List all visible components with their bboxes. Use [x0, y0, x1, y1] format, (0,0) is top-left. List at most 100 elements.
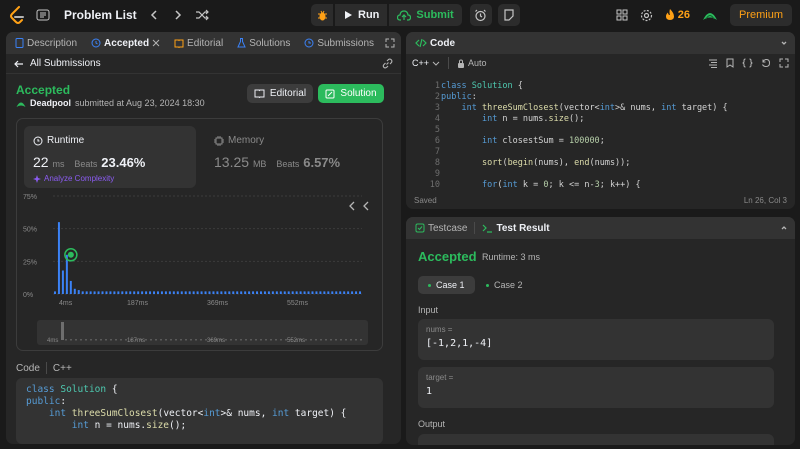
- arrow-left-icon[interactable]: [14, 59, 24, 69]
- case-1-tab[interactable]: Case 1: [418, 276, 475, 294]
- histogram-bar[interactable]: [149, 291, 152, 294]
- histogram-bar[interactable]: [69, 280, 72, 294]
- bookmark-icon[interactable]: [726, 58, 734, 68]
- histogram-bar[interactable]: [184, 291, 187, 294]
- histogram-bar[interactable]: [188, 291, 191, 294]
- code-line[interactable]: int n = nums.size();: [441, 114, 584, 125]
- histogram-bar[interactable]: [204, 291, 207, 294]
- histogram-bar[interactable]: [172, 291, 175, 294]
- histogram-bar[interactable]: [141, 291, 144, 294]
- notes-button[interactable]: [497, 4, 520, 26]
- histogram-bar[interactable]: [101, 291, 104, 294]
- format-lines-icon[interactable]: [708, 59, 718, 68]
- histogram-bar[interactable]: [168, 291, 171, 294]
- output-box[interactable]: [418, 434, 774, 445]
- shuffle-icon[interactable]: [195, 8, 209, 22]
- histogram-bar[interactable]: [240, 291, 243, 294]
- histogram-bar[interactable]: [228, 291, 231, 294]
- histogram-bar[interactable]: [200, 291, 203, 294]
- histogram-bar[interactable]: [319, 291, 322, 294]
- range-handle[interactable]: [61, 322, 64, 340]
- histogram-bar[interactable]: [303, 291, 306, 294]
- histogram-bar[interactable]: [133, 291, 136, 294]
- input-target-box[interactable]: target = 1: [418, 367, 774, 408]
- histogram-bar[interactable]: [224, 291, 227, 294]
- maximize-icon[interactable]: [779, 58, 789, 68]
- histogram-bar[interactable]: [359, 291, 362, 294]
- histogram-bar[interactable]: [77, 290, 80, 294]
- chevron-left-icon[interactable]: [147, 8, 161, 22]
- histogram-bar[interactable]: [287, 291, 290, 294]
- histogram-bar[interactable]: [244, 291, 247, 294]
- tab-code[interactable]: Code: [412, 38, 458, 49]
- histogram-bar[interactable]: [256, 291, 259, 294]
- problem-list-link[interactable]: Problem List: [64, 8, 137, 22]
- runtime-card[interactable]: Runtime 22 ms Beats 23.46% Analyze Compl…: [24, 126, 196, 188]
- histogram-bar[interactable]: [283, 291, 286, 294]
- histogram-bar[interactable]: [117, 291, 120, 294]
- histogram-bar[interactable]: [331, 291, 334, 294]
- code-line[interactable]: int closestSum = 100000;: [441, 136, 605, 147]
- histogram-bar[interactable]: [311, 291, 314, 294]
- code-line[interactable]: int threeSumClosest(vector<int>& nums, i…: [441, 103, 727, 114]
- histogram-bar[interactable]: [307, 291, 310, 294]
- code-editor[interactable]: 1 class Solution {2 public: 3 int threeSumC…: [406, 78, 795, 188]
- streak-counter[interactable]: 26: [665, 9, 690, 21]
- histogram-bar[interactable]: [53, 291, 56, 294]
- histogram-bar[interactable]: [232, 291, 235, 294]
- auto-mode-toggle[interactable]: Auto: [457, 58, 487, 68]
- tab-accepted[interactable]: Accepted: [88, 38, 163, 49]
- histogram-bar[interactable]: [89, 291, 92, 294]
- input-nums-box[interactable]: nums = [-1,2,1,-4]: [418, 319, 774, 360]
- histogram-bar[interactable]: [299, 291, 302, 294]
- histogram-bar[interactable]: [121, 291, 124, 294]
- settings-gear-icon[interactable]: [640, 9, 653, 22]
- histogram-bar[interactable]: [85, 291, 88, 294]
- histogram-bar[interactable]: [196, 291, 199, 294]
- histogram-bar[interactable]: [145, 291, 148, 294]
- collapse-panel-icon[interactable]: [779, 223, 789, 233]
- code-line[interactable]: class Solution {: [441, 81, 523, 92]
- runtime-distribution-chart[interactable]: 75% 50% 25% 0% 4ms 187ms 369ms 552ms 4ms 187ms 369…: [17, 194, 384, 349]
- close-tab-icon[interactable]: [152, 39, 160, 47]
- histogram-bar[interactable]: [97, 291, 100, 294]
- histogram-bar[interactable]: [208, 291, 211, 294]
- histogram-bar[interactable]: [125, 291, 128, 294]
- submitted-code-block[interactable]: class Solution {public: int threeSumClos…: [16, 378, 383, 444]
- problem-list-icon[interactable]: [36, 8, 50, 22]
- tab-testcase[interactable]: Testcase: [412, 223, 470, 234]
- histogram-bar[interactable]: [248, 291, 251, 294]
- histogram-bar[interactable]: [252, 291, 255, 294]
- histogram-bar[interactable]: [259, 291, 262, 294]
- histogram-bar[interactable]: [335, 291, 338, 294]
- premium-button[interactable]: Premium: [729, 4, 792, 26]
- histogram-bar[interactable]: [73, 288, 76, 294]
- histogram-bar[interactable]: [113, 291, 116, 294]
- chevron-left-icon[interactable]: [349, 201, 355, 211]
- username[interactable]: Deadpool: [30, 98, 71, 108]
- range-navigator[interactable]: [37, 320, 368, 345]
- histogram-bar[interactable]: [355, 291, 358, 294]
- histogram-bar[interactable]: [295, 291, 298, 294]
- expand-icon[interactable]: [385, 38, 395, 48]
- histogram-bar[interactable]: [129, 291, 132, 294]
- histogram-bar[interactable]: [351, 291, 354, 294]
- histogram-bar[interactable]: [220, 291, 223, 294]
- histogram-bar[interactable]: [160, 291, 163, 294]
- timer-button[interactable]: [469, 4, 492, 26]
- language-select[interactable]: C++: [412, 58, 440, 68]
- histogram-bar[interactable]: [323, 291, 326, 294]
- layout-grid-icon[interactable]: [616, 9, 628, 21]
- debug-button[interactable]: [311, 4, 333, 26]
- link-icon[interactable]: [382, 58, 393, 69]
- histogram-bar[interactable]: [339, 291, 342, 294]
- histogram-bar[interactable]: [236, 291, 239, 294]
- histogram-bar[interactable]: [291, 291, 294, 294]
- memory-label[interactable]: Memory: [214, 135, 264, 146]
- histogram-bar[interactable]: [93, 291, 96, 294]
- tab-solutions[interactable]: Solutions: [234, 38, 293, 49]
- histogram-bar[interactable]: [275, 291, 278, 294]
- tab-submissions[interactable]: Submissions: [301, 38, 377, 49]
- histogram-bar[interactable]: [192, 291, 195, 294]
- all-submissions-link[interactable]: All Submissions: [30, 58, 101, 69]
